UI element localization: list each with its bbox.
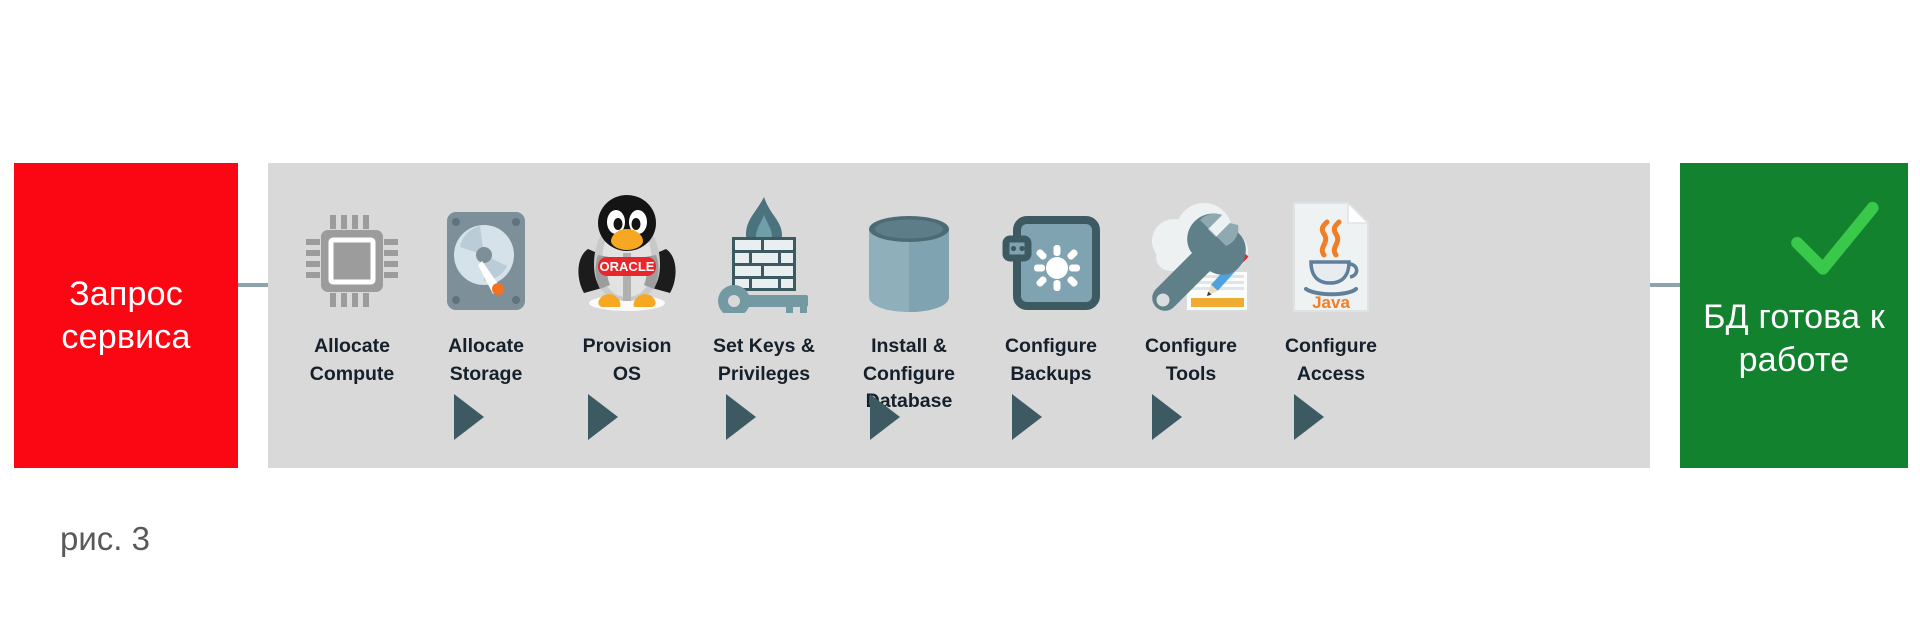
pipeline-panel: Allocate Compute Allocate Storage ORACLE… (268, 163, 1650, 468)
step-label: Configure Tools (1144, 335, 1238, 385)
arrow-separator-2 (588, 394, 618, 440)
step-label: Allocate Compute (309, 335, 395, 385)
arrow-separator-5 (1012, 394, 1042, 440)
figure-caption: рис. 3 (60, 520, 150, 557)
arrow-separator-3 (726, 394, 756, 440)
diagram-canvas: Запрос сервиса Allocate Compute Allocate… (0, 0, 1920, 632)
penguin-badge-text: ORACLE (600, 259, 655, 274)
start-box: Запрос сервиса (14, 163, 238, 468)
step-label: Configure Access (1284, 335, 1378, 385)
arrow-separator-1 (454, 394, 484, 440)
java-label-text: Java (1312, 293, 1350, 312)
step-label: Allocate Storage (448, 335, 524, 385)
end-box: БД готова к работе (1680, 163, 1908, 468)
connector-right (1648, 283, 1682, 287)
step-label: Provision OS (582, 335, 672, 385)
step-configure-access[interactable]: Java Configure Access (1236, 163, 1426, 468)
end-box-label: БД готова к работе (1703, 298, 1885, 379)
step-label: Configure Backups (1004, 335, 1098, 385)
arrow-separator-6 (1152, 394, 1182, 440)
start-box-label: Запрос сервиса (61, 275, 191, 356)
arrow-separator-7 (1294, 394, 1324, 440)
step-label: Set Keys & Privileges (713, 335, 815, 385)
java-file-icon: Java (1236, 163, 1426, 313)
check-icon (1791, 201, 1879, 275)
arrow-separator-4 (870, 394, 900, 440)
